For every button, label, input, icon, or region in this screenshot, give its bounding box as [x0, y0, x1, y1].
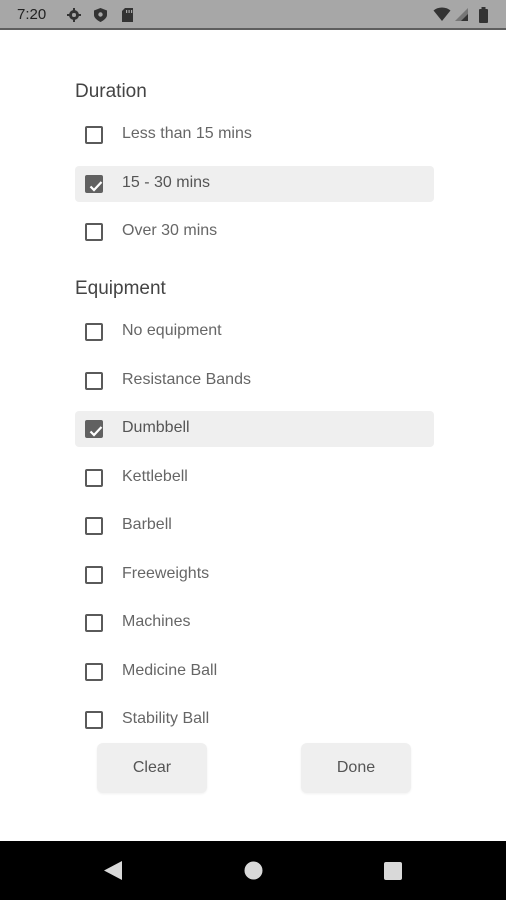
section-title-equipment: Equipment: [75, 278, 166, 299]
signal-icon: [454, 7, 469, 22]
option-no-equipment[interactable]: No equipment: [75, 314, 434, 350]
checkbox-unchecked[interactable]: [85, 223, 103, 241]
checkbox-unchecked[interactable]: [85, 126, 103, 144]
checkbox-checked[interactable]: [85, 175, 103, 193]
checkbox-unchecked[interactable]: [85, 663, 103, 681]
option-label: Less than 15 mins: [122, 125, 252, 142]
checkbox-unchecked[interactable]: [85, 372, 103, 390]
done-button[interactable]: Done: [301, 743, 411, 793]
checkbox-unchecked[interactable]: [85, 469, 103, 487]
option-label: 15 - 30 mins: [122, 174, 211, 191]
home-icon[interactable]: [244, 861, 263, 885]
back-icon[interactable]: [103, 860, 123, 886]
navigation-bar: [0, 841, 506, 900]
recents-icon[interactable]: [384, 862, 402, 885]
status-bar: 7:20: [0, 0, 506, 30]
option-label: Dumbbell: [122, 419, 190, 436]
option-dumbbell[interactable]: Dumbbell: [75, 411, 434, 447]
shield-icon: [93, 7, 108, 23]
option-label: Freeweights: [122, 565, 210, 582]
checkbox-unchecked[interactable]: [85, 323, 103, 341]
battery-icon: [479, 7, 488, 23]
clear-button[interactable]: Clear: [97, 743, 207, 793]
section-title-duration: Duration: [75, 81, 147, 102]
option-label: No equipment: [122, 322, 222, 339]
option-kettlebell[interactable]: Kettlebell: [75, 460, 434, 496]
option-15-30-mins[interactable]: 15 - 30 mins: [75, 166, 434, 202]
option-label: Resistance Bands: [122, 371, 251, 388]
option-over-30-mins[interactable]: Over 30 mins: [75, 214, 434, 250]
option-medicine-ball[interactable]: Medicine Ball: [75, 654, 434, 690]
checkbox-unchecked[interactable]: [85, 517, 103, 535]
option-label: Kettlebell: [122, 468, 188, 485]
status-time: 7:20: [17, 6, 47, 23]
sd-card-icon: [121, 7, 134, 23]
check-icon: [89, 426, 103, 437]
check-icon: [89, 181, 103, 192]
settings-icon: [66, 7, 82, 23]
option-machines[interactable]: Machines: [75, 605, 434, 641]
option-stability-ball[interactable]: Stability Ball: [75, 702, 434, 738]
checkbox-unchecked[interactable]: [85, 614, 103, 632]
option-freeweights[interactable]: Freeweights: [75, 557, 434, 593]
checkbox-unchecked[interactable]: [85, 711, 103, 729]
option-label: Barbell: [122, 516, 172, 533]
checkbox-checked[interactable]: [85, 420, 103, 438]
option-less-than-15-mins[interactable]: Less than 15 mins: [75, 117, 434, 153]
option-label: Machines: [122, 613, 191, 630]
checkbox-unchecked[interactable]: [85, 566, 103, 584]
option-label: Over 30 mins: [122, 222, 218, 239]
option-label: Stability Ball: [122, 710, 210, 727]
wifi-icon: [433, 7, 451, 22]
option-resistance-bands[interactable]: Resistance Bands: [75, 363, 434, 399]
option-label: Medicine Ball: [122, 662, 218, 679]
option-barbell[interactable]: Barbell: [75, 508, 434, 544]
